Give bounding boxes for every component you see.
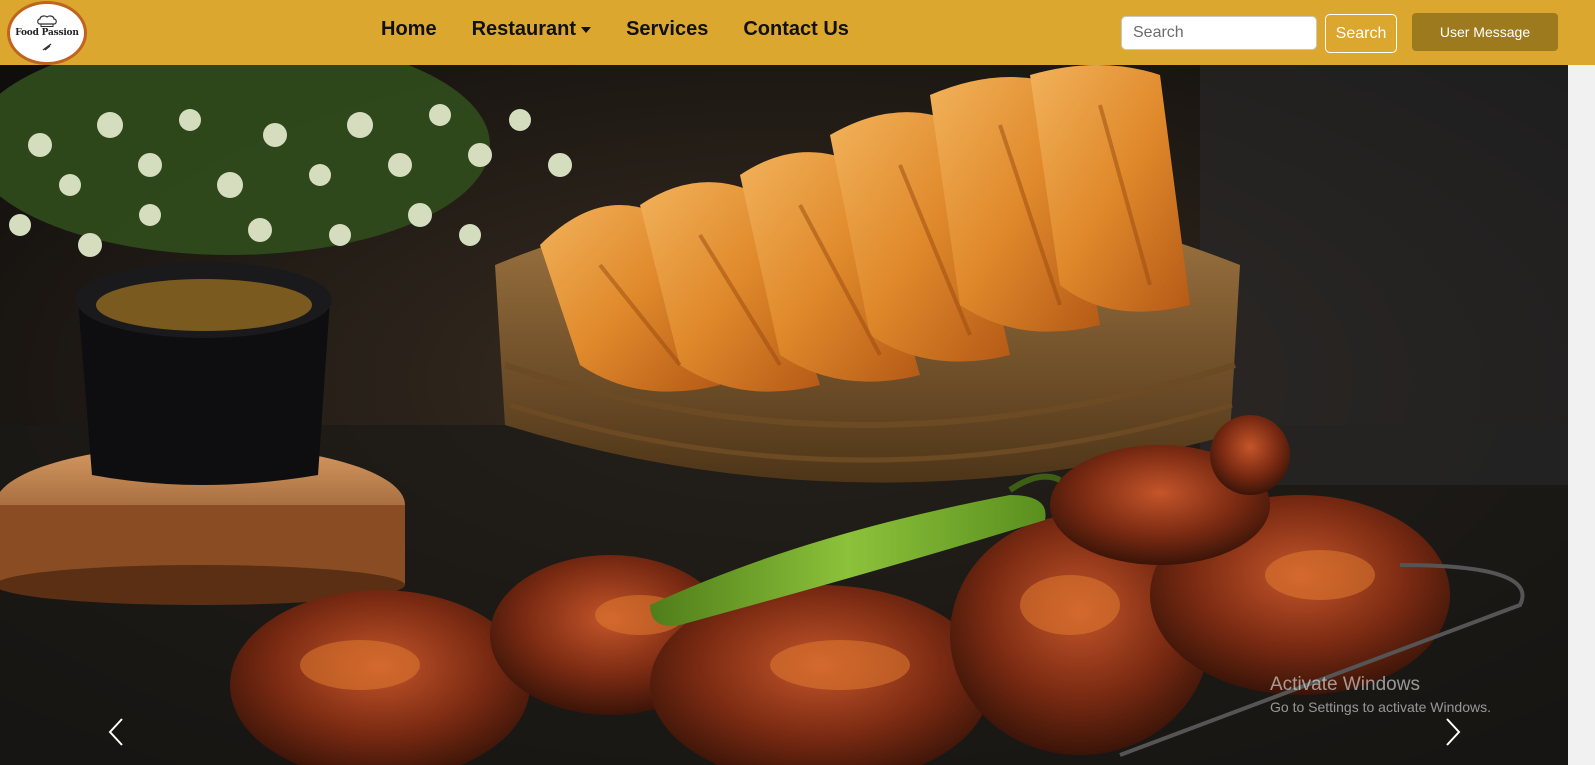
navbar: Food Passion Home Restaurant Services Co… <box>0 0 1595 65</box>
hero-carousel <box>0 65 1568 765</box>
search-button[interactable]: Search <box>1325 14 1397 53</box>
nav-services[interactable]: Services <box>626 18 708 41</box>
nav-restaurant-dropdown[interactable]: Restaurant <box>471 18 592 41</box>
nav-contact-label: Contact Us <box>743 18 849 40</box>
hero-food-image <box>0 65 1568 765</box>
logo-text: Food Passion <box>15 27 79 38</box>
nav-restaurant-label: Restaurant <box>471 18 577 40</box>
activation-subtitle: Go to Settings to activate Windows. <box>1270 699 1491 715</box>
windows-activation-watermark: Activate Windows Go to Settings to activ… <box>1270 674 1491 715</box>
logo-badge: Food Passion <box>7 0 87 65</box>
activation-title: Activate Windows <box>1270 674 1420 695</box>
search-input[interactable] <box>1121 16 1317 50</box>
user-message-button[interactable]: User Message <box>1412 13 1558 51</box>
nav-links: Home Restaurant Services Contact Us <box>381 18 884 41</box>
caret-down-icon <box>581 26 592 33</box>
nav-home-label: Home <box>381 18 437 40</box>
nav-home[interactable]: Home <box>381 18 437 41</box>
chevron-left-icon[interactable] <box>102 717 132 747</box>
nav-contact-us[interactable]: Contact Us <box>743 18 849 41</box>
fork-spoon-icon <box>42 43 52 50</box>
chef-hat-icon <box>37 14 57 27</box>
nav-services-label: Services <box>626 18 709 40</box>
chevron-right-icon[interactable] <box>1437 717 1467 747</box>
brand-logo[interactable]: Food Passion <box>6 0 88 65</box>
page-scrollbar-track[interactable] <box>1568 65 1595 765</box>
